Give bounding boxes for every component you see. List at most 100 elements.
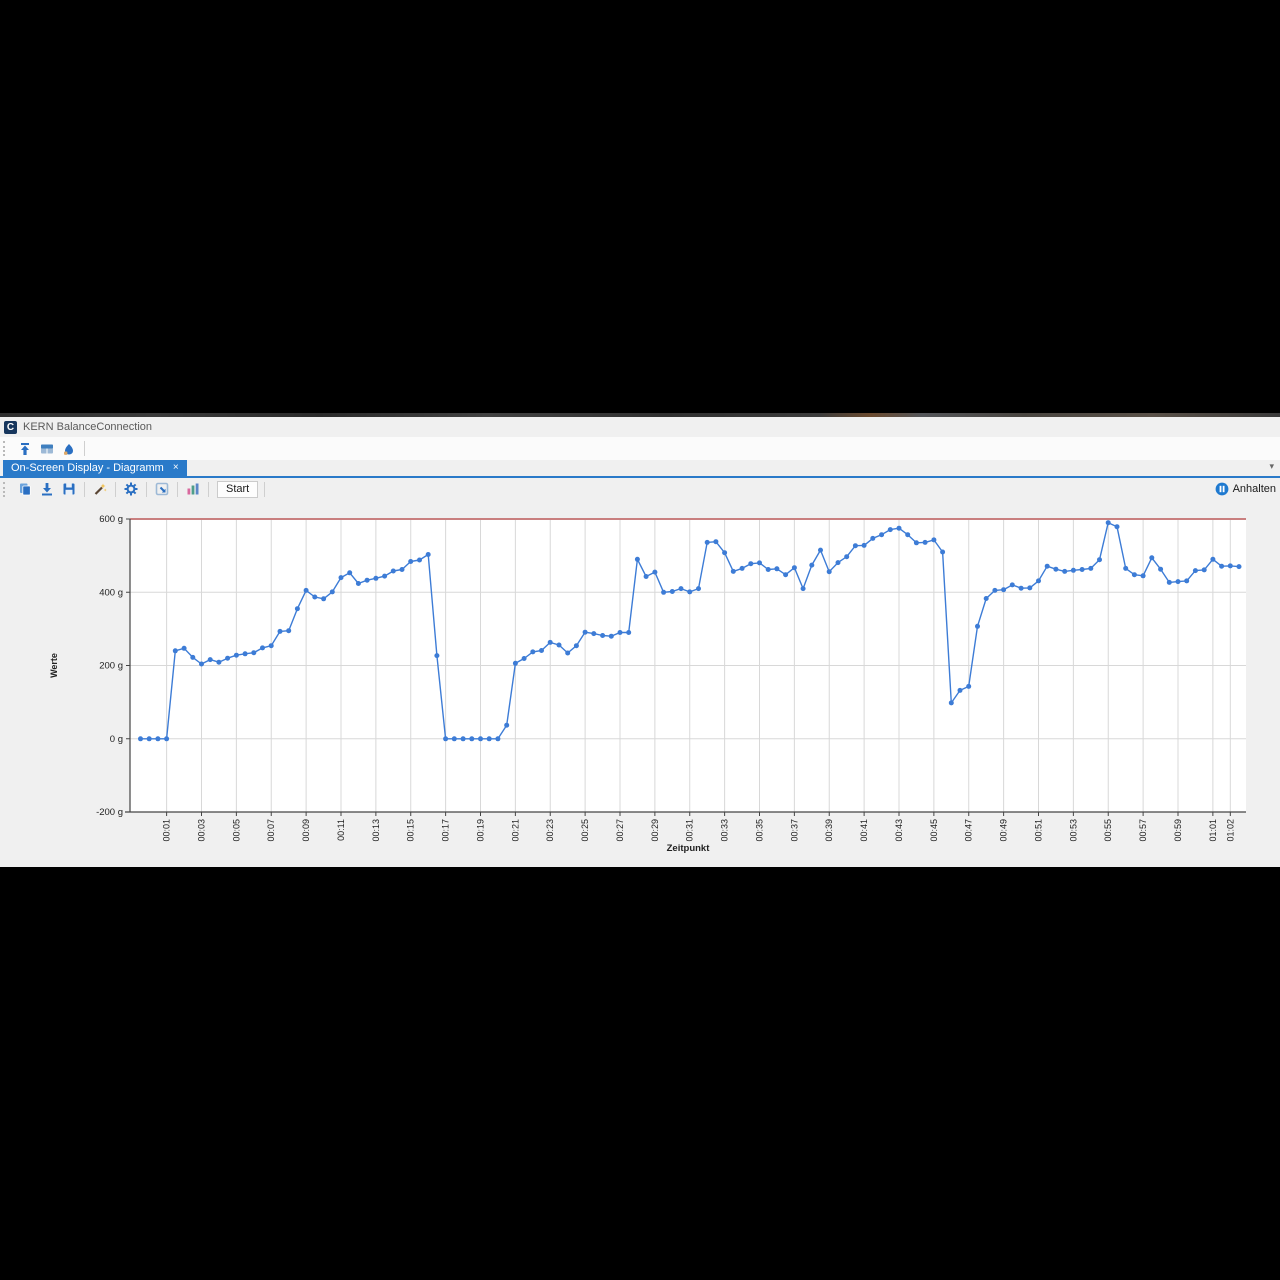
data-point xyxy=(1176,579,1181,584)
data-point xyxy=(888,527,893,532)
data-point xyxy=(618,630,623,635)
data-point xyxy=(243,651,248,656)
data-point xyxy=(1158,567,1163,572)
x-tick-label: 00:39 xyxy=(824,819,834,842)
tab-bar: On-Screen Display - Diagramm × ▾ xyxy=(0,460,1280,478)
y-tick-label: 400 g xyxy=(99,587,123,598)
data-point xyxy=(731,569,736,574)
pause-icon[interactable] xyxy=(1215,482,1229,496)
data-point xyxy=(853,543,858,548)
chart-panel: 600 g400 g200 g0 g-200 g00:0100:0300:050… xyxy=(0,500,1280,867)
data-point xyxy=(426,552,431,557)
table-icon[interactable] xyxy=(39,441,55,457)
data-point xyxy=(801,586,806,591)
data-point xyxy=(365,578,370,583)
data-point xyxy=(1193,568,1198,573)
data-point xyxy=(635,557,640,562)
data-point xyxy=(949,700,954,705)
toolbar-separator xyxy=(115,482,116,497)
data-point xyxy=(844,554,849,559)
data-point xyxy=(434,653,439,658)
data-point xyxy=(652,570,657,575)
data-point xyxy=(783,572,788,577)
data-point xyxy=(504,723,509,728)
data-point xyxy=(522,656,527,661)
data-point xyxy=(1210,557,1215,562)
line-chart: 600 g400 g200 g0 g-200 g00:0100:0300:050… xyxy=(0,500,1280,867)
y-tick-label: 600 g xyxy=(99,514,123,525)
data-point xyxy=(774,566,779,571)
y-axis-title: Werte xyxy=(49,653,59,678)
data-point xyxy=(975,624,980,629)
data-point xyxy=(452,736,457,741)
data-point xyxy=(1062,569,1067,574)
toolbar-separator xyxy=(84,482,85,497)
data-point xyxy=(1202,567,1207,572)
tab-onscreen-display-diagramm[interactable]: On-Screen Display - Diagramm × xyxy=(3,460,187,476)
copy-icon[interactable] xyxy=(17,481,33,497)
data-point xyxy=(748,561,753,566)
data-point xyxy=(1228,563,1233,568)
data-point xyxy=(356,581,361,586)
data-point xyxy=(234,653,239,658)
x-tick-label: 00:05 xyxy=(231,819,241,842)
data-point xyxy=(382,574,387,579)
data-point xyxy=(679,586,684,591)
data-point xyxy=(400,567,405,572)
toolbar-grip[interactable] xyxy=(3,441,10,456)
data-point xyxy=(216,660,221,665)
data-point xyxy=(304,588,309,593)
data-point xyxy=(1001,587,1006,592)
export-image-icon[interactable] xyxy=(154,481,170,497)
data-point xyxy=(591,631,596,636)
data-point xyxy=(1106,520,1111,525)
data-point xyxy=(1237,564,1242,569)
touch-icon[interactable] xyxy=(61,441,77,457)
data-point xyxy=(347,570,352,575)
data-point xyxy=(713,539,718,544)
data-point xyxy=(740,566,745,571)
chevron-down-icon[interactable]: ▾ xyxy=(1269,461,1274,472)
statistics-icon[interactable] xyxy=(185,481,201,497)
data-point xyxy=(931,537,936,542)
data-point xyxy=(1149,555,1154,560)
x-tick-label: 00:09 xyxy=(301,819,311,842)
data-point xyxy=(1097,557,1102,562)
data-point xyxy=(661,590,666,595)
x-tick-label: 00:47 xyxy=(964,819,974,842)
data-point xyxy=(190,655,195,660)
start-button[interactable]: Start xyxy=(217,481,258,498)
save-as-icon[interactable] xyxy=(39,481,55,497)
x-tick-label: 01:01 xyxy=(1208,819,1218,842)
chart-toolbar: Start Anhalten xyxy=(0,478,1280,500)
data-point xyxy=(269,643,274,648)
data-point xyxy=(1027,585,1032,590)
data-point xyxy=(1088,566,1093,571)
x-tick-label: 00:29 xyxy=(650,819,660,842)
data-point xyxy=(173,648,178,653)
save-icon[interactable] xyxy=(61,481,77,497)
x-tick-label: 00:45 xyxy=(929,819,939,842)
data-point xyxy=(862,543,867,548)
x-tick-label: 00:01 xyxy=(162,819,172,842)
toolbar-grip[interactable] xyxy=(3,482,10,497)
toolbar-separator xyxy=(146,482,147,497)
data-point xyxy=(992,588,997,593)
data-point xyxy=(687,589,692,594)
x-tick-label: 00:25 xyxy=(580,819,590,842)
wand-icon[interactable] xyxy=(92,481,108,497)
tab-close-icon[interactable]: × xyxy=(173,460,179,476)
x-tick-label: 01:02 xyxy=(1225,819,1235,842)
data-point xyxy=(138,736,143,741)
data-point xyxy=(469,736,474,741)
app-window: C KERN BalanceConnection O xyxy=(0,413,1280,867)
import-icon[interactable] xyxy=(17,441,33,457)
data-point xyxy=(609,634,614,639)
data-point xyxy=(530,649,535,654)
pause-button-label[interactable]: Anhalten xyxy=(1233,483,1276,495)
data-point xyxy=(1115,524,1120,529)
pause-control[interactable]: Anhalten xyxy=(1215,478,1277,500)
gear-icon[interactable] xyxy=(123,481,139,497)
x-tick-label: 00:59 xyxy=(1173,819,1183,842)
x-tick-label: 00:35 xyxy=(754,819,764,842)
